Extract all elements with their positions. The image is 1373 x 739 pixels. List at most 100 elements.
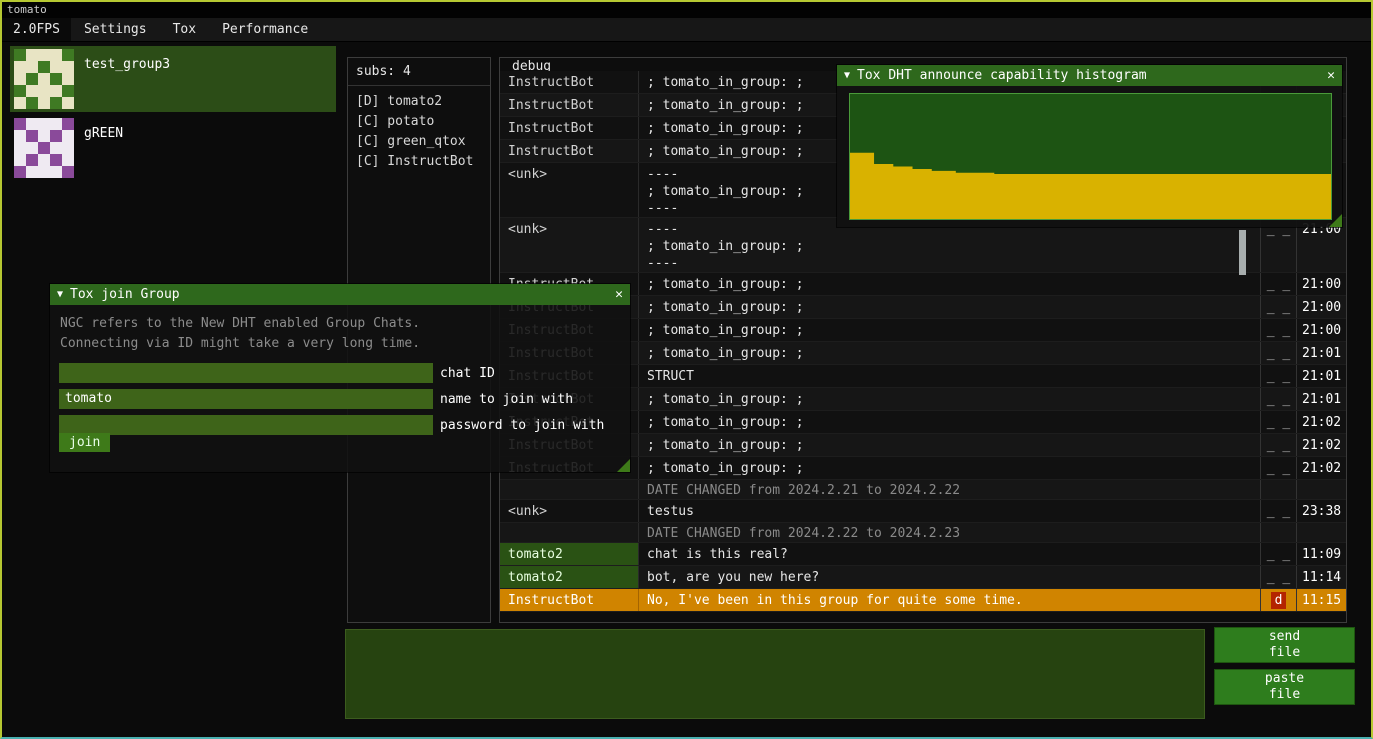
chat-flags [1260,523,1296,542]
chat-flags: _ _ [1260,457,1296,479]
group-avatar [14,118,74,178]
subs-header: subs: 4 [348,58,490,86]
send-file-button[interactable]: send file [1214,627,1355,663]
chat-row[interactable]: tomato2bot, are you new here?_ _11:14 [500,566,1346,589]
join-group-window: ▼ Tox join Group ✕ NGC refers to the New… [50,284,630,472]
chat-sender: <unk> [500,500,639,522]
chat-msg: ; tomato_in_group: ; [639,388,1260,410]
close-icon[interactable]: ✕ [1327,68,1335,83]
chat-time: 11:09 [1296,543,1346,565]
subs-member[interactable]: [D] tomato2 [356,92,490,112]
chat-row[interactable]: <unk>testus_ _23:38 [500,500,1346,523]
window-titlebar: tomato [2,2,1371,18]
window-title: tomato [7,3,47,16]
histogram-window: ▼ Tox DHT announce capability histogram … [837,65,1342,227]
group-item-test_group3[interactable]: test_group3 [10,46,336,112]
chat-scrollbar-thumb[interactable] [1239,230,1246,275]
chat-flags: _ _ [1260,319,1296,341]
subs-member[interactable]: [C] InstructBot [356,152,490,172]
chat-msg: ; tomato_in_group: ; [639,411,1260,433]
chat-sender: <unk> [500,218,639,272]
paste-file-button[interactable]: paste file [1214,669,1355,705]
chat-id-input[interactable] [59,363,433,383]
message-input[interactable] [345,629,1205,719]
group-list: test_group3 gREEN [10,46,336,184]
chat-sender: InstructBot [500,140,639,162]
chat-msg: ; tomato_in_group: ; [639,457,1260,479]
chat-flags: _ _ [1260,273,1296,295]
chat-time: 21:02 [1296,411,1346,433]
chat-flags: _ _ [1260,388,1296,410]
chat-msg: No, I've been in this group for quite so… [639,589,1260,611]
chat-sender: InstructBot [500,589,639,611]
chat-msg: testus [639,500,1260,522]
chat-row[interactable]: InstructBotNo, I've been in this group f… [500,589,1346,612]
chat-msg: DATE CHANGED from 2024.2.21 to 2024.2.22 [639,480,1260,499]
chat-sender [500,523,639,542]
chat-time: 11:15 [1296,589,1346,611]
chat-msg: ; tomato_in_group: ; [639,319,1260,341]
chat-time: 21:02 [1296,434,1346,456]
join-name-input[interactable]: tomato [59,389,433,409]
chat-row[interactable]: DATE CHANGED from 2024.2.22 to 2024.2.23 [500,523,1346,543]
app-window: tomato 2.0FPS SettingsToxPerformance tes… [0,0,1373,739]
chat-time [1296,480,1346,499]
chat-row[interactable]: tomato2chat is this real?_ _11:09 [500,543,1346,566]
join-fields: chat IDtomatoname to join withpassword t… [50,359,630,435]
join-info: NGC refers to the New DHT enabled Group … [50,305,630,359]
close-icon[interactable]: ✕ [615,287,623,302]
chat-msg: ; tomato_in_group: ; [639,296,1260,318]
chat-time: 21:01 [1296,365,1346,387]
menu-item-tox[interactable]: Tox [160,18,209,41]
chat-flags [1260,480,1296,499]
menubar: 2.0FPS SettingsToxPerformance [2,18,1371,42]
menu-item-performance[interactable]: Performance [209,18,321,41]
chat-flags: _ _ [1260,543,1296,565]
chat-sender: tomato2 [500,543,639,565]
join-group-title: Tox join Group [70,287,608,302]
subs-list: [D] tomato2[C] potato[C] green_qtox[C] I… [348,86,490,172]
chat-time: 21:00 [1296,273,1346,295]
chat-time: 21:02 [1296,457,1346,479]
chat-sender: <unk> [500,163,639,217]
chat-flags: _ _ [1260,411,1296,433]
chat-sender: tomato2 [500,566,639,588]
chat-flags: _ _ [1260,342,1296,364]
chat-time: 21:01 [1296,388,1346,410]
resize-handle[interactable] [1329,214,1342,227]
resize-handle[interactable] [617,459,630,472]
chat-flags: _ _ [1260,434,1296,456]
chat-time: 21:00 [1296,296,1346,318]
join-group-titlebar[interactable]: ▼ Tox join Group ✕ [50,284,630,305]
chat-msg: ; tomato_in_group: ; [639,273,1260,295]
chat-flags: _ _ [1260,365,1296,387]
group-name: test_group3 [84,57,170,72]
chat-msg: STRUCT [639,365,1260,387]
chat-msg: ; tomato_in_group: ; [639,434,1260,456]
chat-flags: d [1260,589,1296,611]
chat-id-label: chat ID [440,366,495,381]
chat-time: 23:38 [1296,500,1346,522]
chat-time: 21:01 [1296,342,1346,364]
join-info-line: Connecting via ID might take a very long… [60,334,620,354]
chat-sender: InstructBot [500,94,639,116]
histogram-title: Tox DHT announce capability histogram [857,68,1320,83]
subs-member[interactable]: [C] green_qtox [356,132,490,152]
delivered-flag: d [1271,592,1287,609]
menu-item-settings[interactable]: Settings [71,18,160,41]
fps-counter: 2.0FPS [2,18,71,41]
collapse-icon[interactable]: ▼ [57,289,63,300]
join-password-input[interactable] [59,415,433,435]
chat-flags: _ _ [1260,296,1296,318]
join-button[interactable]: join [59,433,110,452]
join-password-label: password to join with [440,418,604,433]
chat-time: 11:14 [1296,566,1346,588]
menubar-items: SettingsToxPerformance [71,18,321,41]
chat-row[interactable]: DATE CHANGED from 2024.2.21 to 2024.2.22 [500,480,1346,500]
group-item-gREEN[interactable]: gREEN [10,115,336,181]
chat-time [1296,523,1346,542]
collapse-icon[interactable]: ▼ [844,70,850,81]
histogram-titlebar[interactable]: ▼ Tox DHT announce capability histogram … [837,65,1342,86]
chat-flags: _ _ [1260,500,1296,522]
subs-member[interactable]: [C] potato [356,112,490,132]
